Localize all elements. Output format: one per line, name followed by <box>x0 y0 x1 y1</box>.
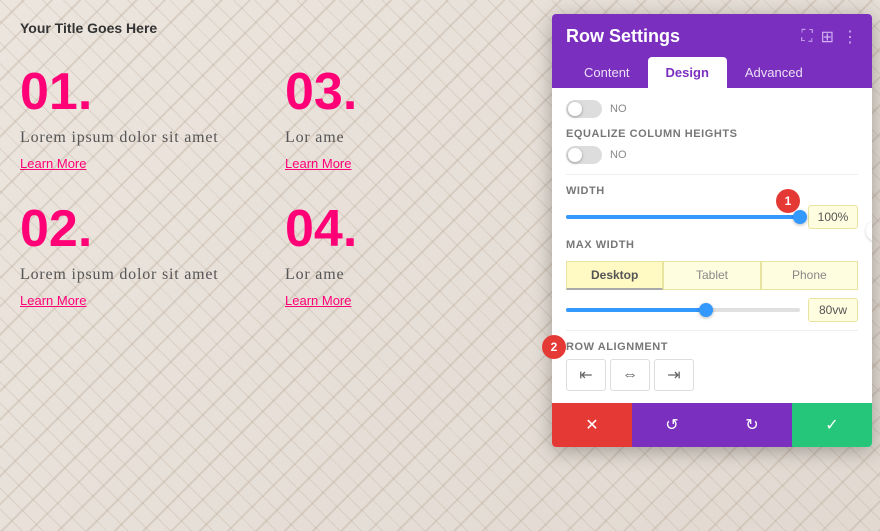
expand-icon[interactable]: ⛶ <box>801 28 812 46</box>
panel-tabs: Content Design Advanced <box>566 57 858 88</box>
toggle-equalize-label: NO <box>610 149 627 161</box>
grid-item-3: 03. Lor ame Learn More <box>285 56 540 183</box>
divider-1 <box>566 174 858 175</box>
number-1: 01. <box>20 66 275 118</box>
number-2: 02. <box>20 203 275 255</box>
alignment-row: ⇤ ⇔ ⇥ <box>566 359 858 391</box>
tab-design[interactable]: Design <box>648 57 727 88</box>
max-width-slider-thumb[interactable] <box>699 303 713 317</box>
max-width-slider-row: 80vw <box>566 298 858 322</box>
badge-1: 1 <box>776 189 800 213</box>
align-center-btn[interactable]: ⇔ <box>610 359 650 391</box>
content-grid: 01. Lorem ipsum dolor sit amet Learn Mor… <box>20 56 540 320</box>
body-text-2: Lorem ipsum dolor sit amet <box>20 263 275 287</box>
width-slider-row: 100% <box>566 205 858 229</box>
tab-content[interactable]: Content <box>566 57 648 88</box>
number-4: 04. <box>285 203 540 255</box>
device-tabs: Desktop Tablet Phone <box>566 261 858 290</box>
body-text-1: Lorem ipsum dolor sit amet <box>20 126 275 150</box>
row-settings-panel: Row Settings ⛶ ⊞ ⋮ Content Design Advanc… <box>552 14 872 447</box>
panel-header-top: Row Settings ⛶ ⊞ ⋮ <box>566 26 858 47</box>
toggle-row-equalize: NO <box>566 146 858 164</box>
body-text-3: Lor ame <box>285 126 540 150</box>
divider-2 <box>566 330 858 331</box>
width-slider-track[interactable] <box>566 215 800 219</box>
width-value[interactable]: 100% <box>808 205 858 229</box>
grid-item-4: 04. Lor ame Learn More <box>285 193 540 320</box>
device-tab-desktop[interactable]: Desktop <box>566 261 663 290</box>
width-slider-thumb[interactable] <box>793 210 807 224</box>
learn-more-3[interactable]: Learn More <box>285 156 351 171</box>
max-width-value[interactable]: 80vw <box>808 298 858 322</box>
panel-body: NO Equalize Column Heights NO Width 100%… <box>552 88 872 403</box>
toggle-equalize[interactable] <box>566 146 602 164</box>
panel-header-icons: ⛶ ⊞ ⋮ <box>801 27 858 47</box>
align-right-btn[interactable]: ⇥ <box>654 359 694 391</box>
row-alignment-label: Row Alignment <box>566 341 858 353</box>
cancel-button[interactable]: ✕ <box>552 403 632 447</box>
toggle-top[interactable] <box>566 100 602 118</box>
panel-title: Row Settings <box>566 26 680 47</box>
device-tab-phone[interactable]: Phone <box>761 261 858 290</box>
device-tab-tablet[interactable]: Tablet <box>663 261 760 290</box>
max-width-label: Max Width <box>566 239 858 251</box>
grid-item-1: 01. Lorem ipsum dolor sit amet Learn Mor… <box>20 56 275 183</box>
redo-button[interactable]: ↻ <box>712 403 792 447</box>
number-3: 03. <box>285 66 540 118</box>
max-width-slider-fill <box>566 308 706 312</box>
toggle-top-label: NO <box>610 103 627 115</box>
undo-button[interactable]: ↺ <box>632 403 712 447</box>
tab-advanced[interactable]: Advanced <box>727 57 821 88</box>
learn-more-1[interactable]: Learn More <box>20 156 86 171</box>
body-text-4: Lor ame <box>285 263 540 287</box>
learn-more-2[interactable]: Learn More <box>20 293 86 308</box>
align-left-btn[interactable]: ⇤ <box>566 359 606 391</box>
width-slider-fill <box>566 215 800 219</box>
panel-footer: ✕ ↺ ↻ ✓ <box>552 403 872 447</box>
learn-more-4[interactable]: Learn More <box>285 293 351 308</box>
save-button[interactable]: ✓ <box>792 403 872 447</box>
panel-header: Row Settings ⛶ ⊞ ⋮ Content Design Advanc… <box>552 14 872 88</box>
max-width-slider-track[interactable] <box>566 308 800 312</box>
width-slider-section: 100% <box>566 205 858 229</box>
grid-item-2: 02. Lorem ipsum dolor sit amet Learn Mor… <box>20 193 275 320</box>
toggle-row-top: NO <box>566 100 858 118</box>
width-label: Width <box>566 185 858 197</box>
columns-icon[interactable]: ⊞ <box>821 27 834 47</box>
more-icon[interactable]: ⋮ <box>842 27 858 47</box>
badge-2: 2 <box>542 335 566 359</box>
equalize-label: Equalize Column Heights <box>566 128 858 140</box>
max-width-slider-section: 80vw <box>566 298 858 322</box>
